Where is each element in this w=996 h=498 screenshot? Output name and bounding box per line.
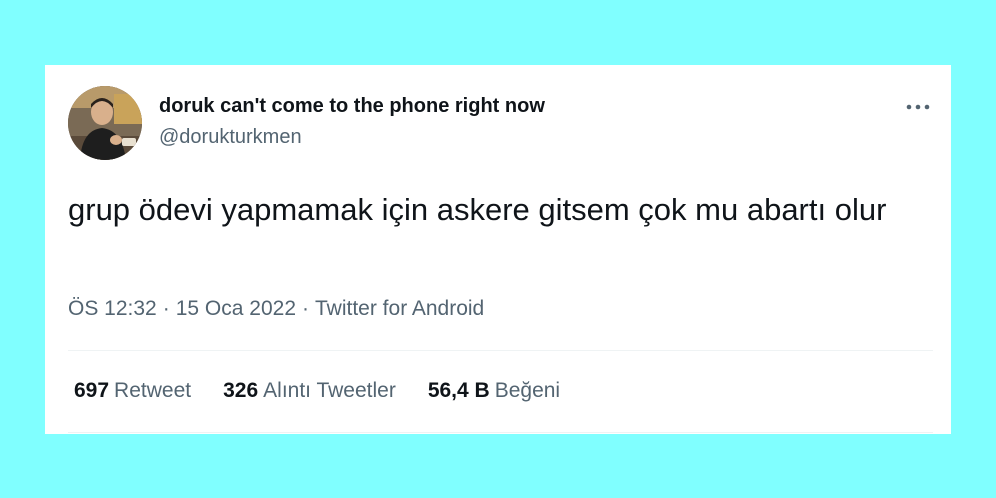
stat-likes[interactable]: 56,4 B Beğeni: [428, 379, 560, 403]
tweet-metadata: ÖS 12:32 · 15 Oca 2022 · Twitter for Android: [68, 297, 484, 321]
more-horizontal-icon: [906, 104, 930, 110]
tweet-text: grup ödevi yapmamak için askere gitsem ç…: [68, 192, 887, 227]
stat-retweets[interactable]: 697 Retweet: [74, 379, 191, 403]
stat-label: Retweet: [114, 379, 192, 402]
tweet-date[interactable]: 15 Oca 2022: [176, 297, 296, 320]
more-options-button[interactable]: [901, 95, 935, 119]
stat-label: Alıntı Tweetler: [263, 379, 396, 402]
divider: [68, 432, 933, 433]
tweet-stats: 697 Retweet 326 Alıntı Tweetler 56,4 B Beğe…: [74, 379, 560, 403]
tweet-source[interactable]: Twitter for Android: [315, 297, 484, 320]
avatar[interactable]: [68, 86, 142, 160]
stat-value: 56,4 B: [427, 379, 490, 402]
stat-label: Beğeni: [494, 379, 561, 402]
meta-separator: ·: [162, 297, 170, 320]
tweet-card: doruk can't come to the phone right now …: [45, 65, 951, 434]
stat-value: 326: [223, 379, 259, 402]
avatar-image: [68, 86, 142, 160]
meta-separator: ·: [302, 297, 309, 320]
divider: [68, 350, 933, 351]
user-handle[interactable]: @dorukturkmen: [159, 126, 302, 149]
stat-value: 697: [74, 379, 110, 402]
display-name[interactable]: doruk can't come to the phone right now: [159, 95, 545, 118]
stat-quote-tweets[interactable]: 326 Alıntı Tweetler: [223, 379, 396, 403]
tweet-time[interactable]: ÖS 12:32: [68, 297, 157, 320]
